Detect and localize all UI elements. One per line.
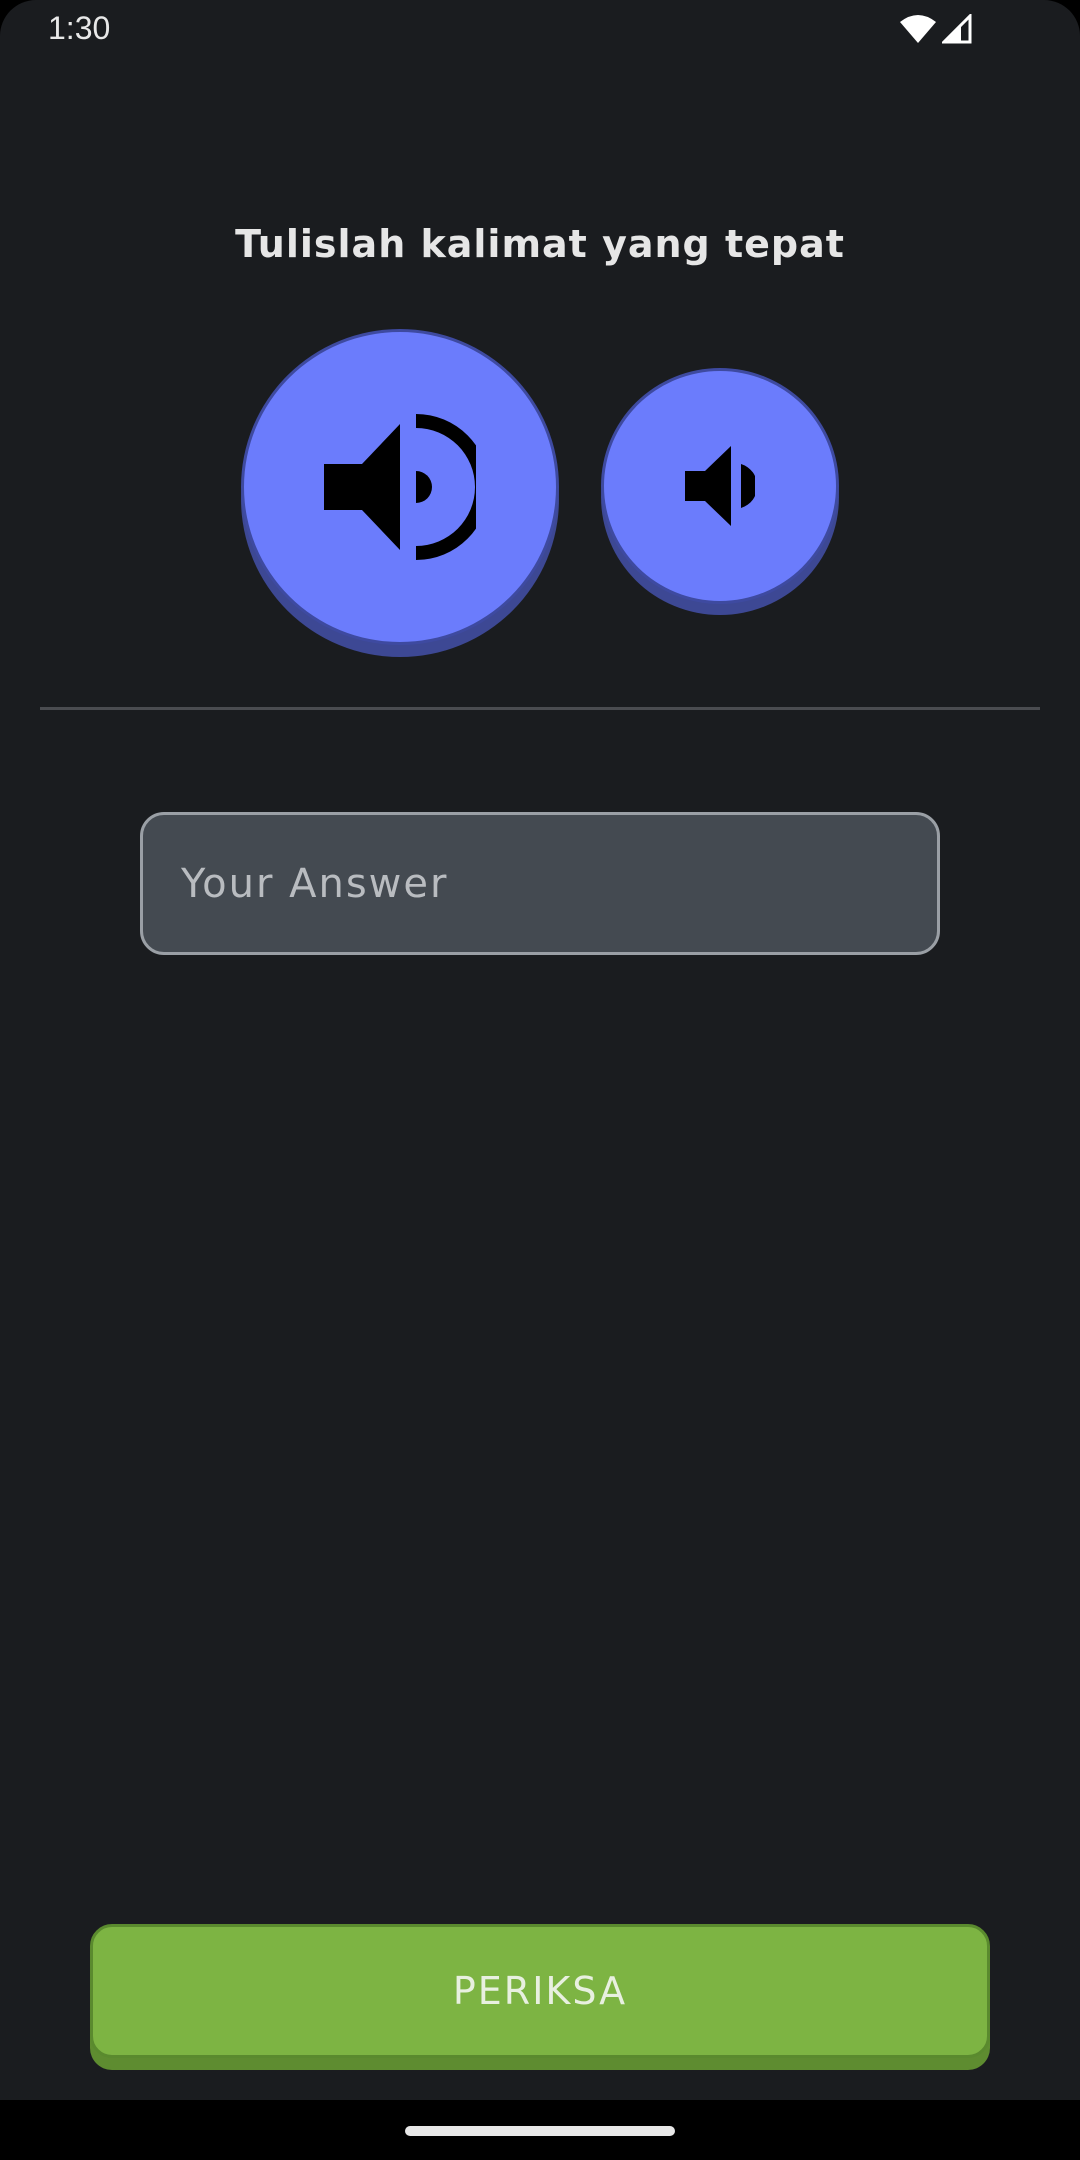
home-indicator[interactable]	[405, 2126, 675, 2136]
status-time: 1:30	[48, 10, 111, 46]
speaker-loud-icon	[324, 414, 476, 560]
answer-input[interactable]	[143, 815, 937, 952]
play-audio-normal-button[interactable]	[241, 329, 559, 645]
wifi-icon	[900, 15, 936, 43]
check-button-label: PERIKSA	[452, 1969, 628, 2013]
instruction-heading: Tulislah kalimat yang tepat	[235, 222, 845, 266]
status-bar: 1:30	[0, 0, 1080, 64]
speaker-quiet-icon	[685, 446, 755, 526]
answer-field[interactable]	[140, 812, 940, 955]
app-screen: 1:30 Tulislah kalimat yang tepat PERIKSA	[0, 0, 1080, 2100]
check-answer-button[interactable]: PERIKSA	[90, 1924, 990, 2058]
navigation-bar	[0, 2100, 1080, 2160]
play-audio-slow-button[interactable]	[601, 368, 839, 604]
section-divider	[40, 707, 1040, 710]
cellular-signal-icon	[942, 14, 972, 44]
